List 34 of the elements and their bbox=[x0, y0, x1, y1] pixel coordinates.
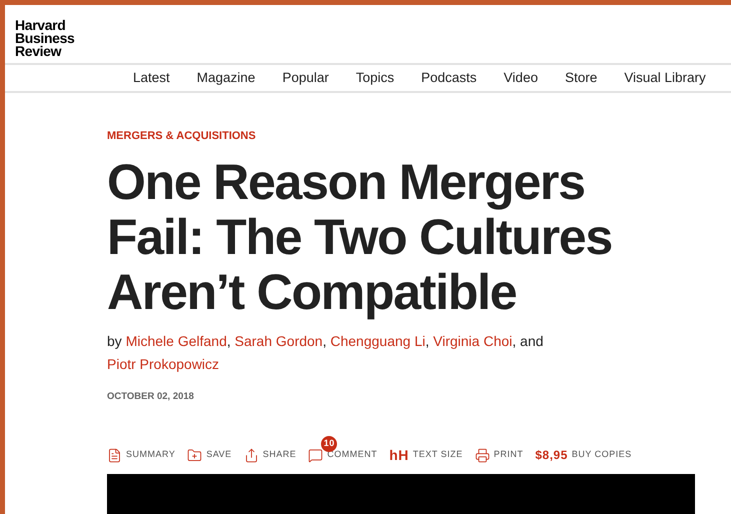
nav-link[interactable]: Popular bbox=[282, 68, 329, 88]
nav-link[interactable]: Latest bbox=[133, 68, 170, 88]
document-icon bbox=[107, 448, 122, 462]
save-button[interactable]: SAVE bbox=[187, 436, 232, 462]
nav-link[interactable]: Visual Library bbox=[624, 68, 706, 88]
video-player[interactable] bbox=[107, 474, 695, 514]
article-title: One Reason Mergers Fail: The Two Cultures Aren’t Compatible bbox=[107, 154, 613, 320]
author-link[interactable]: Virginia Choi bbox=[433, 332, 512, 349]
nav-link[interactable]: Topics bbox=[356, 68, 394, 88]
print-button[interactable]: PRINT bbox=[474, 436, 524, 462]
author-link[interactable]: Sarah Gordon bbox=[234, 332, 323, 349]
share-button[interactable]: SHARE bbox=[244, 436, 296, 462]
author-link[interactable]: Piotr Prokopowicz bbox=[107, 356, 220, 372]
author-link[interactable]: Chengguang Li bbox=[330, 332, 426, 349]
publish-date: OCTOBER 02, 2018 bbox=[107, 390, 194, 404]
comment-button[interactable]: 10 COMMENT bbox=[308, 436, 378, 462]
printer-icon bbox=[474, 448, 490, 462]
comment-count-badge: 10 bbox=[321, 436, 338, 452]
nav-link[interactable]: Magazine bbox=[196, 68, 256, 88]
price: $8,95 bbox=[535, 447, 568, 464]
nav-link[interactable]: Video bbox=[504, 68, 538, 88]
nav-link[interactable]: Podcasts bbox=[421, 68, 477, 88]
share-icon bbox=[244, 448, 259, 462]
category-link[interactable]: MERGERS & ACQUISITIONS bbox=[107, 128, 256, 145]
byline: by Michele Gelfand, Sarah Gordon, Chengguang Li, Virginia Choi, and Piotr Prokopowicz bbox=[107, 332, 544, 374]
buy-button[interactable]: $8,95 BUY COPIES bbox=[535, 434, 632, 464]
logo[interactable]: Harvard Business Review bbox=[15, 19, 74, 58]
author-link[interactable]: Michele Gelfand bbox=[126, 332, 227, 349]
text-size-icon: hH bbox=[389, 448, 409, 462]
summary-button[interactable]: SUMMARY bbox=[107, 436, 176, 462]
speech-bubble-icon bbox=[308, 448, 324, 462]
nav-link[interactable]: Store bbox=[564, 68, 598, 88]
folder-plus-icon bbox=[187, 448, 202, 462]
textsize-button[interactable]: hH TEXT SIZE bbox=[389, 436, 463, 462]
